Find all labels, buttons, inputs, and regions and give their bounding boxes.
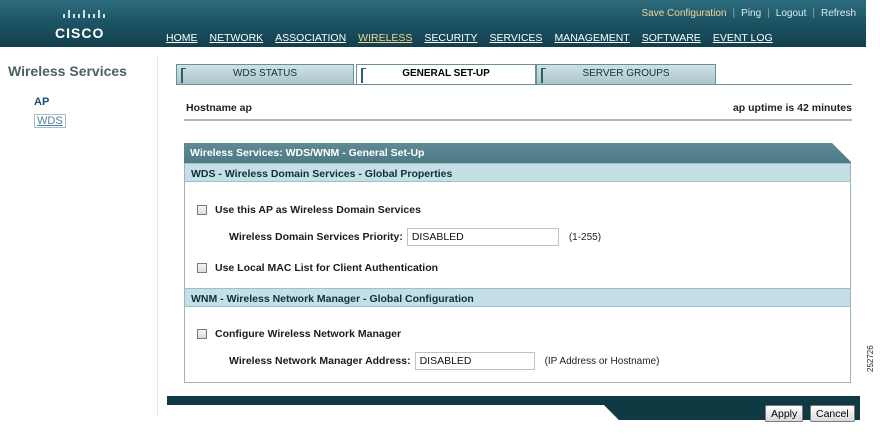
tab-server-groups[interactable]: SERVER GROUPS [536,64,716,84]
apply-button[interactable]: Apply [765,405,804,422]
tab-label: SERVER GROUPS [582,68,670,79]
header-bar: CISCO Save Configuration | Ping | Logout… [0,0,866,47]
sidebar-item-wds[interactable]: WDS [34,114,66,128]
nav-services[interactable]: SERVICES [490,32,543,44]
mac-checkbox-row: Use Local MAC List for Client Authentica… [197,262,438,274]
ping-link[interactable]: Ping [735,8,767,19]
tab-label: GENERAL SET-UP [402,68,490,79]
nav-wireless[interactable]: WIRELESS [358,32,412,44]
wnm-checkbox-label: Configure Wireless Network Manager [215,328,402,340]
cisco-logo-icon [63,10,105,18]
wds-checkbox-label: Use this AP as Wireless Domain Services [215,204,421,216]
wds-priority-hint: (1-255) [568,231,602,243]
nav-software[interactable]: SOFTWARE [642,32,701,44]
logout-link[interactable]: Logout [770,8,813,19]
main-nav: HOME NETWORK ASSOCIATION WIRELESS SECURI… [166,32,785,44]
wds-priority-label: Wireless Domain Services Priority: [229,231,403,243]
cisco-logo-text: CISCO [55,25,105,41]
hostname-label: Hostname ap [186,102,252,114]
wnm-address-row: Wireless Network Manager Address: (IP Ad… [229,352,659,370]
wds-checkbox-row: Use this AP as Wireless Domain Services [197,204,421,216]
cisco-logo: CISCO [0,0,162,47]
tab-lip-icon [181,68,186,83]
tab-bar: WDS STATUS GENERAL SET-UP SERVER GROUPS [176,64,716,84]
nav-security[interactable]: SECURITY [424,32,477,44]
tab-lip-icon [361,68,366,83]
save-configuration-link[interactable]: Save Configuration [635,8,732,19]
sidebar-title: Wireless Services [8,63,127,79]
wds-checkbox[interactable] [197,205,207,215]
mac-list-checkbox-label: Use Local MAC List for Client Authentica… [215,262,439,274]
wds-section-header: WDS - Wireless Domain Services - Global … [185,163,850,182]
nav-management[interactable]: MANAGEMENT [554,32,629,44]
wds-priority-input[interactable] [406,228,559,246]
tab-label: WDS STATUS [232,68,298,79]
general-setup-panel: Wireless Services: WDS/WNM - General Set… [184,143,852,383]
wnm-checkbox[interactable] [197,329,207,339]
panel-title-text: Wireless Services: WDS/WNM - General Set… [190,147,425,159]
tab-general-set-up[interactable]: GENERAL SET-UP [356,64,536,84]
tab-wds-status[interactable]: WDS STATUS [176,64,354,84]
sidebar-item-ap[interactable]: AP [34,96,49,108]
top-links: Save Configuration | Ping | Logout | Ref… [635,8,862,19]
refresh-link[interactable]: Refresh [815,8,862,19]
tab-underline [176,84,852,85]
nav-event-log[interactable]: EVENT LOG [713,32,773,44]
wnm-section-header: WNM - Wireless Network Manager - Global … [185,288,850,307]
mac-list-checkbox[interactable] [197,263,207,273]
sidebar-divider [157,56,158,416]
wds-priority-row: Wireless Domain Services Priority: (1-25… [229,228,601,246]
wnm-address-label: Wireless Network Manager Address: [229,355,411,367]
uptime-label: ap uptime is 42 minutes [732,102,852,114]
panel-title: Wireless Services: WDS/WNM - General Set… [184,143,852,163]
wnm-address-input[interactable] [414,352,535,370]
nav-association[interactable]: ASSOCIATION [275,32,346,44]
nav-home[interactable]: HOME [166,32,198,44]
panel-corner [832,143,852,163]
cancel-button[interactable]: Cancel [810,405,855,422]
divider [184,119,852,121]
nav-network[interactable]: NETWORK [210,32,264,44]
tab-lip-icon [541,68,546,83]
wnm-address-hint: (IP Address or Hostname) [544,355,660,367]
figure-code: 252726 [866,345,875,372]
wnm-checkbox-row: Configure Wireless Network Manager [197,328,401,340]
